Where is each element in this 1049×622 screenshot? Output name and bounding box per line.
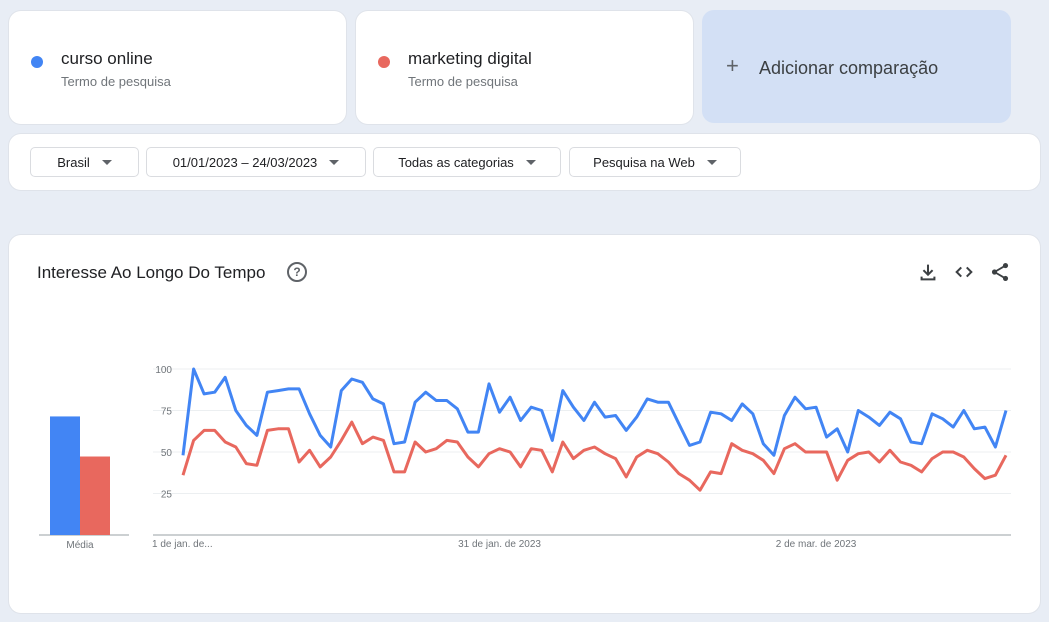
date-range-dropdown[interactable]: 01/01/2023 – 24/03/2023 [146,147,366,177]
term-color-dot [378,56,390,68]
y-tick-label: 75 [161,407,173,418]
term-name: curso online [61,49,153,68]
term-name: marketing digital [408,49,532,68]
interest-over-time-panel: Interesse Ao Longo Do Tempo ? Média 25 50 7… [9,235,1040,613]
average-category-label: Média [66,540,94,551]
average-bar-1 [80,456,110,535]
average-bar-0 [50,416,80,535]
term-subtitle: Termo de pesquisa [61,74,171,89]
x-tick-label: 31 de jan. de 2023 [458,539,541,550]
chevron-down-icon [329,159,340,165]
category-dropdown[interactable]: Todas as categorias [373,147,561,177]
region-dropdown[interactable]: Brasil [30,147,139,177]
term-card-curso-online[interactable]: curso online Termo de pesquisa [9,11,346,124]
search-type-dropdown[interactable]: Pesquisa na Web [569,147,741,177]
chevron-down-icon [525,159,536,165]
x-tick-label: 1 de jan. de... [152,539,213,550]
chevron-down-icon [101,159,112,165]
date-range-value: 01/01/2023 – 24/03/2023 [172,154,318,170]
term-color-dot [31,56,43,68]
chevron-down-icon [706,159,717,165]
series-line-curso-online [181,367,1008,457]
chart-area: Média 25 50 75 100 1 de jan. de... 31 de jan. … [39,365,1011,551]
search-type-value: Pesquisa na Web [593,154,695,170]
y-tick-label: 100 [155,365,172,376]
y-tick-label: 25 [161,490,173,501]
category-value: Todas as categorias [398,154,514,170]
term-subtitle: Termo de pesquisa [408,74,518,89]
add-comparison-label: Adicionar comparação [759,58,939,78]
series-line-marketing-digital [181,420,1008,492]
x-tick-label: 2 de mar. de 2023 [776,539,857,550]
term-card-marketing-digital[interactable]: marketing digital Termo de pesquisa [356,11,693,124]
region-value: Brasil [57,154,90,170]
plus-icon: + [726,53,739,78]
y-tick-label: 50 [161,448,173,459]
add-comparison-button[interactable]: + Adicionar comparação [702,10,1011,123]
filter-bar: Brasil 01/01/2023 – 24/03/2023 Todas as … [9,134,1040,190]
